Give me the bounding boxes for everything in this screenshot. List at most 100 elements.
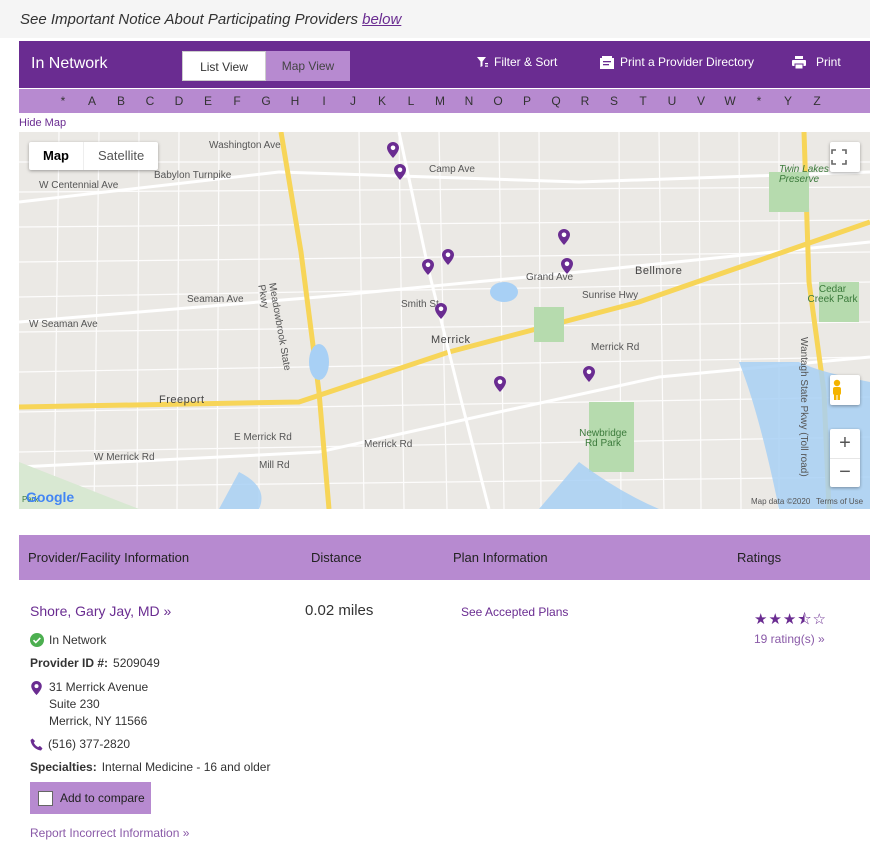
map-type-satellite[interactable]: Satellite [83, 142, 158, 170]
address-line-2: Suite 230 [49, 697, 100, 711]
map-label: Smith St [401, 299, 439, 310]
address-line-3: Merrick, NY 11566 [49, 714, 148, 728]
filter-icon [477, 56, 488, 67]
specialties-row: Specialties: Internal Medicine - 16 and … [30, 760, 270, 774]
fullscreen-icon [831, 149, 847, 165]
alphabet-letter[interactable]: L [404, 94, 418, 108]
results-toolbar: In Network List View Map View Filter & S… [19, 41, 870, 88]
provider-marker-icon[interactable] [435, 303, 447, 319]
directory-icon [600, 55, 614, 69]
map-label: Merrick Rd [364, 439, 413, 450]
see-accepted-plans-link[interactable]: See Accepted Plans [461, 605, 568, 619]
alphabet-letter[interactable]: G [259, 94, 273, 108]
alphabet-letter[interactable]: E [201, 94, 215, 108]
provider-map[interactable]: Map Satellite + − Washington Ave W Cente… [19, 132, 870, 509]
specialties-label: Specialties: [30, 760, 97, 774]
provider-marker-icon[interactable] [494, 376, 506, 392]
map-type-map[interactable]: Map [29, 142, 83, 170]
network-status: In Network [30, 633, 106, 647]
alphabet-letter[interactable]: W [723, 94, 737, 108]
filter-sort-button[interactable]: Filter & Sort [477, 55, 557, 69]
fullscreen-button[interactable] [830, 142, 860, 172]
alphabet-letter[interactable]: B [114, 94, 128, 108]
provider-id-value: 5209049 [113, 656, 160, 670]
provider-marker-icon[interactable] [561, 258, 573, 274]
alphabet-letter[interactable]: U [665, 94, 679, 108]
map-label: W Merrick Rd [94, 452, 155, 463]
alphabet-letter[interactable]: S [607, 94, 621, 108]
provider-marker-icon[interactable] [558, 229, 570, 245]
distance-value: 0.02 miles [305, 602, 374, 619]
alphabet-letter[interactable]: * [752, 94, 766, 108]
filter-sort-label: Filter & Sort [494, 55, 558, 69]
compare-checkbox[interactable] [38, 790, 53, 806]
hide-map-link[interactable]: Hide Map [19, 117, 66, 129]
alphabet-letter[interactable]: N [462, 94, 476, 108]
alphabet-letter[interactable]: O [491, 94, 505, 108]
provider-marker-icon[interactable] [442, 249, 454, 265]
add-to-compare-button[interactable]: Add to compare [30, 782, 151, 814]
terms-of-use-link[interactable]: Terms of Use [816, 497, 863, 506]
alphabet-letter[interactable]: C [143, 94, 157, 108]
alphabet-letter[interactable]: T [636, 94, 650, 108]
network-title: In Network [31, 55, 108, 72]
map-label: Wantagh State Pkwy (Toll road) [798, 337, 809, 477]
map-label: Twin Lakes Preserve [779, 164, 829, 185]
map-label: Merrick Rd [591, 342, 640, 353]
alphabet-bar: * A B C D E F G H I J K L M N O P Q R S T U V W * Y Z [19, 89, 870, 113]
print-label: Print [816, 55, 841, 69]
report-incorrect-info-link[interactable]: Report Incorrect Information » [30, 826, 189, 840]
map-label: Merrick [431, 334, 471, 346]
alphabet-letter[interactable]: M [433, 94, 447, 108]
map-label: Cedar Creek Park [807, 284, 858, 305]
provider-id: Provider ID #: 5209049 [30, 656, 160, 670]
alphabet-letter[interactable]: P [520, 94, 534, 108]
zoom-in-button[interactable]: + [830, 429, 860, 459]
map-label: Washington Ave [209, 140, 281, 151]
rating-stars: ★★★⯪☆ [754, 611, 827, 628]
alphabet-letter[interactable]: R [578, 94, 592, 108]
address-line-1: 31 Merrick Avenue [49, 680, 149, 694]
map-label: Bellmore [635, 265, 683, 277]
notice-text: See Important Notice About Participating… [20, 11, 401, 28]
notice-bar: See Important Notice About Participating… [0, 0, 870, 38]
map-label: Camp Ave [429, 164, 475, 175]
notice-below-link[interactable]: below [362, 11, 401, 28]
provider-marker-icon[interactable] [394, 164, 406, 180]
zoom-out-button[interactable]: − [830, 459, 860, 487]
alphabet-letter[interactable]: H [288, 94, 302, 108]
zoom-control: + − [830, 429, 860, 487]
alphabet-letter[interactable]: * [56, 94, 70, 108]
street-view-pegman[interactable] [830, 375, 860, 405]
alphabet-letter[interactable]: J [346, 94, 360, 108]
phone-number[interactable]: (516) 377-2820 [48, 737, 130, 751]
alphabet-letter[interactable]: Q [549, 94, 563, 108]
print-directory-button[interactable]: Print a Provider Directory [600, 55, 754, 69]
print-button[interactable]: Print [792, 55, 841, 69]
map-view-button[interactable]: Map View [266, 51, 350, 81]
map-label: Newbridge Rd Park [579, 428, 627, 449]
map-type-control: Map Satellite [29, 142, 159, 170]
alphabet-letter[interactable]: V [694, 94, 708, 108]
provider-marker-icon[interactable] [422, 259, 434, 275]
provider-name-link[interactable]: Shore, Gary Jay, MD » [30, 603, 171, 619]
alphabet-letter[interactable]: Y [781, 94, 795, 108]
provider-marker-icon[interactable] [387, 142, 399, 158]
ratings-count-link[interactable]: 19 rating(s) » [754, 632, 825, 646]
notice-label: See Important Notice About Participating… [20, 11, 363, 28]
print-directory-label: Print a Provider Directory [620, 55, 755, 69]
specialties-value: Internal Medicine - 16 and older [101, 760, 271, 774]
phone-icon [30, 738, 43, 750]
col-plan-header: Plan Information [453, 550, 548, 565]
map-label: Freeport [159, 394, 205, 406]
col-ratings-header: Ratings [737, 550, 782, 565]
list-view-button[interactable]: List View [182, 51, 266, 81]
provider-marker-icon[interactable] [583, 366, 595, 382]
alphabet-letter[interactable]: F [230, 94, 244, 108]
alphabet-letter[interactable]: K [375, 94, 389, 108]
check-circle-icon [30, 633, 44, 647]
alphabet-letter[interactable]: A [85, 94, 99, 108]
alphabet-letter[interactable]: D [172, 94, 186, 108]
alphabet-letter[interactable]: Z [810, 94, 824, 108]
alphabet-letter[interactable]: I [317, 94, 331, 108]
